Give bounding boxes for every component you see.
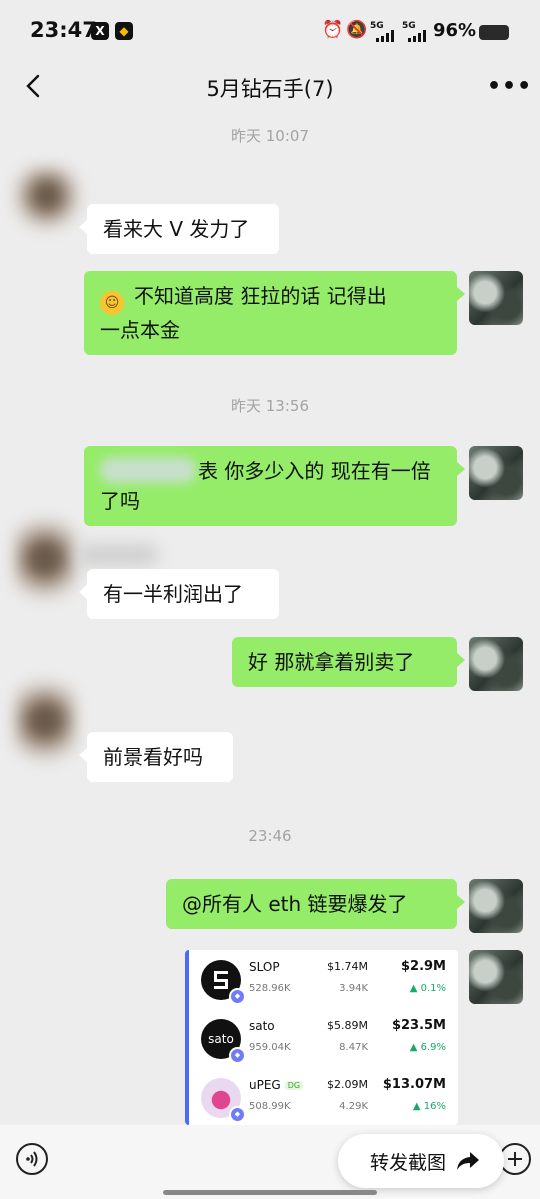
message-bubble[interactable]: 有一半利润出了 (79, 569, 279, 619)
alarm-icon: ⏰ (322, 20, 344, 40)
self-avatar[interactable] (469, 271, 523, 325)
avatar[interactable] (14, 680, 76, 770)
token-holders: 8.47K (339, 1042, 368, 1053)
token-name: sato (249, 1019, 275, 1033)
message-bubble-self[interactable]: @所有人 eth 链要爆发了 (166, 879, 465, 929)
token-change: ▲ 0.1% (409, 983, 446, 994)
message-text: @所有人 eth 链要爆发了 (182, 892, 408, 916)
voice-icon[interactable] (16, 1143, 48, 1175)
self-avatar[interactable] (469, 637, 523, 691)
token-change: ▲ 6.9% (409, 1042, 446, 1053)
battery-icon (479, 25, 509, 40)
token-tag: DG (284, 1081, 304, 1090)
token-volume: 959.04K (249, 1042, 291, 1053)
binance-app-icon: ◆ (115, 22, 133, 40)
signal-icon (376, 30, 396, 42)
token-volume: 508.99K (249, 1101, 291, 1112)
chat-title: 5月钻石手(7) (206, 77, 334, 101)
token-liquidity: $1.74M (327, 960, 368, 973)
message-text-line: 一点本金 (100, 318, 180, 342)
eth-chain-icon: ◆ (229, 1106, 246, 1123)
message-text-line: 不知道高度 狂拉的话 记得出 (134, 284, 387, 308)
self-avatar[interactable] (469, 446, 523, 500)
more-icon[interactable]: ••• (487, 74, 532, 99)
battery-percent: 96% (433, 20, 477, 41)
laughing-emoji-icon: ☺ (100, 291, 124, 315)
message-text-line: 表 你多少入的 现在有一倍 (198, 459, 431, 483)
token-row: ◆ SLOP 528.96K $1.74M 3.94K $2.9M ▲ 0.1% (189, 950, 454, 1008)
message-bubble-self[interactable]: ☺ 不知道高度 狂拉的话 记得出 一点本金 (84, 271, 465, 355)
message-bubble[interactable]: 看来大 V 发力了 (79, 204, 279, 254)
token-holders: 4.29K (339, 1101, 368, 1112)
status-bar: 23:47 X ◆ ⏰ 🔕 5G 5G 96% (0, 0, 540, 64)
blurred-sender-name (78, 544, 158, 566)
avatar[interactable] (14, 166, 80, 232)
share-arrow-icon (456, 1150, 480, 1176)
message-text: 看来大 V 发力了 (103, 217, 250, 241)
eth-chain-icon: ◆ (229, 1047, 246, 1064)
self-avatar[interactable] (469, 879, 523, 933)
message-text: 好 那就拿着别卖了 (248, 650, 415, 674)
x-app-icon: X (91, 22, 109, 40)
status-time: 23:47 (30, 18, 97, 42)
token-change: ▲ 16% (412, 1101, 446, 1112)
message-text: 前景看好吗 (103, 745, 203, 769)
message-text-line: 了吗 (100, 489, 140, 513)
token-list-image[interactable]: ◆ SLOP 528.96K $1.74M 3.94K $2.9M ▲ 0.1%… (185, 950, 458, 1125)
home-indicator (163, 1190, 377, 1195)
token-volume: 528.96K (249, 983, 291, 994)
timestamp: 昨天 10:07 (231, 127, 309, 145)
token-row: ◆ uPEG DG 508.99K $2.09M 4.29K $13.07M ▲ … (189, 1068, 454, 1125)
message-bubble-self[interactable]: 表 你多少入的 现在有一倍 了吗 (84, 446, 465, 526)
signal-icon-2 (408, 30, 428, 42)
timestamp: 23:46 (248, 827, 292, 845)
forward-screenshot-label: 转发截图 (370, 1152, 447, 1174)
token-market-cap: $23.5M (391, 1018, 446, 1033)
token-name: SLOP (249, 960, 280, 974)
token-market-cap: $13.07M (382, 1077, 446, 1092)
mute-icon: 🔕 (346, 20, 368, 40)
blurred-mention (100, 457, 196, 483)
self-avatar[interactable] (469, 950, 523, 1004)
token-liquidity: $5.89M (327, 1019, 368, 1032)
timestamp: 昨天 13:56 (231, 397, 309, 415)
token-market-cap: $2.9M (400, 959, 446, 974)
avatar[interactable] (14, 518, 76, 608)
token-row: sato ◆ sato 959.04K $5.89M 8.47K $23.5M … (189, 1009, 454, 1067)
message-bubble-self[interactable]: 好 那就拿着别卖了 (232, 637, 465, 687)
token-name: uPEG DG (249, 1078, 304, 1092)
eth-chain-icon: ◆ (229, 988, 246, 1005)
token-holders: 3.94K (339, 983, 368, 994)
message-text: 有一半利润出了 (103, 582, 243, 606)
token-liquidity: $2.09M (327, 1078, 368, 1091)
message-bubble[interactable]: 前景看好吗 (79, 732, 233, 782)
forward-screenshot-button[interactable]: 转发截图 (338, 1134, 504, 1188)
